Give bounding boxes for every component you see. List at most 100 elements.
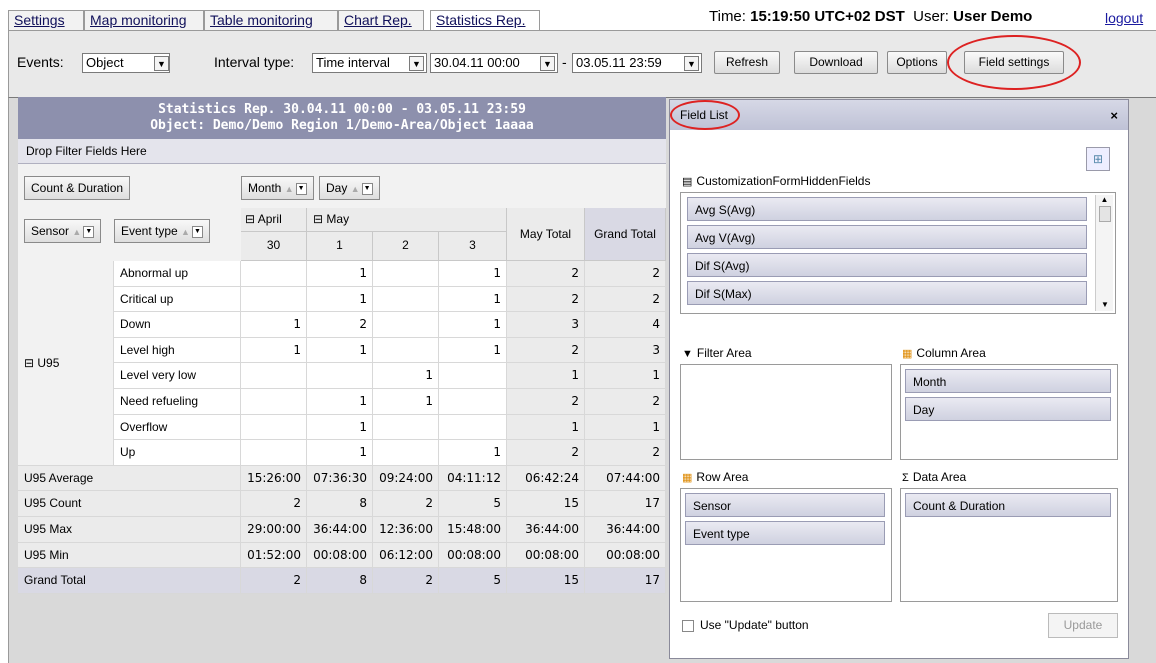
filter-dropdown-icon[interactable]: ▼ — [361, 182, 373, 195]
table-cell: 2 — [507, 261, 585, 287]
sort-asc-icon: ▲ — [350, 184, 360, 194]
row-label: Overflow — [114, 414, 241, 441]
table-cell: 4 — [585, 312, 666, 338]
filter-dropdown-icon[interactable]: ▼ — [83, 225, 95, 238]
use-update-label: Use "Update" button — [700, 618, 809, 632]
column-field-day[interactable]: Day — [905, 397, 1111, 421]
update-button[interactable]: Update — [1048, 613, 1118, 638]
tab-settings[interactable]: Settings — [8, 10, 84, 30]
data-area-box[interactable]: Count & Duration — [900, 488, 1118, 602]
scroll-thumb[interactable] — [1098, 206, 1111, 222]
table-cell: 1 — [373, 363, 439, 389]
column-header-may[interactable]: ⊟ May — [307, 208, 507, 232]
scroll-up-icon[interactable]: ▲ — [1096, 195, 1113, 204]
field-item[interactable]: Avg V(Avg) — [687, 225, 1087, 249]
field-item[interactable]: Dif S(Avg) — [687, 253, 1087, 277]
filter-icon: ▼ — [682, 348, 693, 360]
field-item[interactable]: Dif S(Max) — [687, 281, 1087, 305]
collapse-icon[interactable]: ⊟ — [24, 356, 37, 370]
scroll-down-icon[interactable]: ▼ — [1096, 300, 1114, 309]
grid-header: Statistics Rep. 30.04.11 00:00 - 03.05.1… — [18, 97, 666, 139]
events-label: Events: — [17, 54, 64, 70]
table-cell: 15:26:00 — [241, 465, 307, 492]
row-field-event-type[interactable]: Event type — [685, 521, 885, 545]
data-area-title: Σ Data Area — [902, 470, 966, 484]
interval-dropdown-icon[interactable]: ▼ — [409, 56, 424, 71]
month-field[interactable]: Month ▲ ▼ — [241, 176, 314, 200]
table-cell: 07:36:30 — [307, 465, 373, 492]
table-cell: 1 — [439, 286, 507, 313]
date-separator: - — [562, 54, 567, 70]
table-cell — [307, 363, 373, 389]
scrollbar[interactable]: ▲ ▼ — [1095, 195, 1113, 311]
filter-dropdown-icon[interactable]: ▼ — [295, 182, 307, 195]
collapse-icon[interactable]: ⊟ — [313, 212, 323, 226]
date-to-dropdown-icon[interactable]: ▼ — [684, 56, 699, 71]
hidden-fields-label: CustomizationFormHiddenFields — [696, 174, 871, 188]
filter-area-title: ▼ Filter Area — [682, 346, 752, 360]
column-field-month[interactable]: Month — [905, 369, 1111, 393]
tab-chart-rep[interactable]: Chart Rep. — [338, 10, 424, 30]
options-button[interactable]: Options — [887, 51, 947, 74]
table-cell — [241, 261, 307, 287]
collapse-icon[interactable]: ⊟ — [245, 212, 255, 226]
sort-asc-icon: ▲ — [181, 227, 190, 237]
download-button[interactable]: Download — [794, 51, 878, 74]
day-field[interactable]: Day ▲ ▼ — [319, 176, 380, 200]
table-cell: 2 — [507, 286, 585, 313]
date-to-input[interactable]: 03.05.11 23:59 — [572, 53, 702, 73]
time-label: Time: — [709, 8, 746, 25]
data-area-label: Data Area — [912, 470, 967, 484]
table-cell: 1 — [241, 337, 307, 364]
data-field-count-duration[interactable]: Count & Duration — [905, 493, 1111, 517]
user-value: User Demo — [953, 8, 1033, 25]
month-label: Month — [248, 181, 282, 195]
date-from-input[interactable]: 30.04.11 00:00 — [430, 53, 558, 73]
event-type-field[interactable]: Event type ▲ ▼ — [114, 219, 210, 243]
sort-asc-icon: ▲ — [284, 184, 294, 194]
hidden-fields-list[interactable]: Avg S(Avg) Avg V(Avg) Dif S(Avg) Dif S(M… — [680, 192, 1116, 314]
grid-title: Statistics Rep. 30.04.11 00:00 - 03.05.1… — [158, 102, 526, 117]
refresh-button[interactable]: Refresh — [714, 51, 780, 74]
table-cell — [439, 414, 507, 441]
row-label: Level very low — [114, 363, 241, 389]
table-cell: 1 — [307, 337, 373, 364]
event-type-label: Event type — [121, 224, 178, 238]
column-header-april[interactable]: ⊟ April — [241, 208, 307, 232]
tab-map-monitoring[interactable]: Map monitoring — [84, 10, 204, 30]
row-sensor-cell[interactable]: ⊟ U95 — [18, 261, 114, 466]
fields-icon: ▤ — [682, 176, 693, 188]
table-cell: 2 — [585, 389, 666, 415]
table-cell: 1 — [241, 312, 307, 338]
table-cell: 06:12:00 — [373, 542, 439, 569]
count-duration-field[interactable]: Count & Duration — [24, 176, 131, 200]
column-area-label: Column Area — [916, 346, 986, 360]
table-cell: 1 — [439, 337, 507, 364]
table-cell — [373, 337, 439, 364]
column-day-1: 1 — [307, 232, 373, 261]
table-cell: 36:44:00 — [507, 517, 585, 543]
date-from-dropdown-icon[interactable]: ▼ — [540, 56, 555, 71]
field-item[interactable]: Avg S(Avg) — [687, 197, 1087, 221]
logout-link[interactable]: logout — [1105, 10, 1143, 26]
filter-dropdown-icon[interactable]: ▼ — [191, 225, 203, 238]
sensor-field[interactable]: Sensor ▲ ▼ — [24, 219, 102, 243]
table-cell — [373, 286, 439, 313]
row-area-title: ▦ Row Area — [682, 470, 748, 484]
column-area-box[interactable]: Month Day — [900, 364, 1118, 460]
total-row-label: U95 Average — [18, 465, 241, 492]
drop-filter-area[interactable]: Drop Filter Fields Here — [18, 139, 666, 164]
row-area-box[interactable]: Sensor Event type — [680, 488, 892, 602]
row-field-sensor[interactable]: Sensor — [685, 493, 885, 517]
events-dropdown-icon[interactable]: ▼ — [154, 56, 169, 71]
sensor-label: Sensor — [31, 224, 70, 238]
table-cell: 2 — [373, 491, 439, 517]
tab-table-monitoring[interactable]: Table monitoring — [204, 10, 338, 30]
filter-area-box[interactable] — [680, 364, 892, 460]
table-cell: 29:00:00 — [241, 517, 307, 543]
close-icon[interactable]: × — [1110, 108, 1118, 123]
table-cell — [241, 414, 307, 441]
tab-statistics-rep[interactable]: Statistics Rep. — [430, 10, 540, 30]
use-update-checkbox[interactable] — [682, 620, 694, 632]
layout-icon[interactable]: ⊞ — [1086, 147, 1110, 171]
